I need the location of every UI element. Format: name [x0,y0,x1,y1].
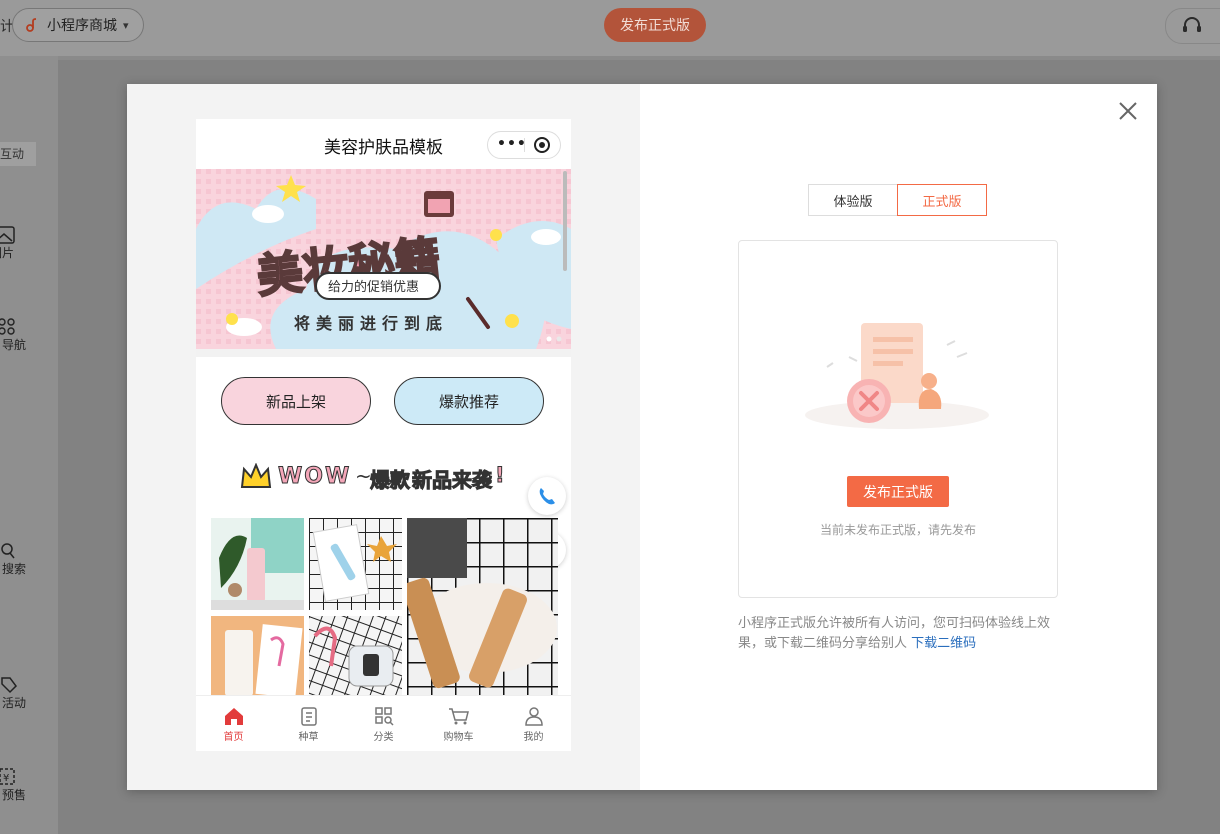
sidebar-item-label: 预售 [2,788,27,802]
tab-label: 分类 [373,732,394,743]
more-icon[interactable]: ••• [497,136,527,152]
segment-trial-version[interactable]: 体验版 [808,184,898,216]
support-headset-button[interactable] [1165,8,1220,44]
capsule-divider [524,138,525,152]
publish-release-button[interactable]: 发布正式版 [847,476,949,507]
app-switcher-label: 小程序商城 [47,18,117,34]
category-icon [374,707,394,726]
sidebar-item-label: 活动 [2,696,27,710]
release-status-card: 发布正式版 当前未发布正式版，请先发布 [738,240,1058,598]
release-note-text: 小程序正式版允许被所有人访问，您可扫码体验线上效果，或下载二维码分享给别人 [738,616,1051,651]
tab-category[interactable]: 分类 [346,696,421,751]
sidebar-item-presale[interactable]: ¥ 预售 [0,768,58,803]
not-published-illustration [805,323,989,429]
tab-label: 首页 [223,732,244,743]
tag-icon [1,677,17,694]
wow-promo-heading: WOW ~ 爆款 新品来袭 ! [240,459,530,495]
image-icon [0,226,15,244]
product-thumbnail[interactable] [211,616,304,696]
sidebar-item-label: 导航 [2,338,27,352]
publish-modal: 美容护肤品模板 ••• 美妆秘籍 给力的促销优惠 将美丽进行到底 新品上架 爆款… [127,84,1157,790]
app-logo-icon [26,18,37,32]
grid-icon [0,318,15,335]
phone-contact-button[interactable] [528,477,566,515]
wow-hot-text: 爆款 [370,468,411,493]
editor-sidebar: 互动 图片 导航 搜索 活动 ¥ 预售 [0,56,58,834]
miniprogram-navbar: 美容护肤品模板 ••• [196,119,571,169]
close-icon[interactable] [1117,100,1139,122]
search-icon [1,543,15,559]
wow-new-text: 新品来袭 [412,468,493,493]
user-icon [524,707,543,726]
home-icon [224,708,243,725]
sidebar-item-label: 图片 [0,246,15,260]
crown-icon [240,463,272,488]
sidebar-item-label: 搜索 [2,562,27,576]
wow-bang: ! [495,463,506,488]
tab-label: 种草 [298,732,319,743]
sidebar-item-search[interactable]: 搜索 [0,542,58,577]
product-thumbnail[interactable] [309,616,402,696]
svg-text:¥: ¥ [3,773,9,784]
tab-grass[interactable]: 种草 [271,696,346,751]
product-grid [211,518,558,696]
download-qrcode-link[interactable]: 下载二维码 [911,636,976,651]
banner-badge: 给力的促销优惠 [328,279,419,295]
promo-banner[interactable]: 美妆秘籍 给力的促销优惠 将美丽进行到底 [196,169,571,349]
preview-pane: 美容护肤品模板 ••• 美妆秘籍 给力的促销优惠 将美丽进行到底 新品上架 爆款… [127,84,640,790]
app-switcher-pill[interactable]: 小程序商城 ▾ [12,8,144,42]
miniprogram-capsule[interactable]: ••• [487,131,561,159]
product-thumbnail[interactable] [211,518,304,610]
headset-icon [1183,17,1201,32]
tab-home[interactable]: 首页 [196,696,271,751]
preview-scrollbar[interactable] [563,171,567,271]
wow-text: WOW [277,464,352,490]
close-miniprogram-icon[interactable] [534,137,550,153]
chevron-down-icon: ▾ [123,18,129,32]
miniprogram-tabbar: 首页 种草 分类 购物车 我的 [196,695,571,751]
hot-picks-button[interactable]: 爆款推荐 [394,377,544,425]
tab-label: 我的 [523,732,544,743]
version-segmented-control: 体验版 正式版 [808,184,988,216]
new-arrivals-button[interactable]: 新品上架 [221,377,371,425]
section-gap [196,349,571,357]
not-published-hint: 当前未发布正式版，请先发布 [819,523,976,537]
tab-mine[interactable]: 我的 [496,696,571,751]
cart-icon [448,708,469,725]
segment-release-version[interactable]: 正式版 [897,184,987,216]
topbar-publish-button[interactable]: 发布正式版 [604,8,706,42]
tab-cart[interactable]: 购物车 [421,696,496,751]
sidebar-tag-interaction[interactable]: 互动 [0,142,36,166]
release-note: 小程序正式版允许被所有人访问，您可扫码体验线上效果，或下载二维码分享给别人 下载… [738,614,1068,654]
sidebar-item-activity[interactable]: 活动 [0,676,58,711]
phone-preview: 美容护肤品模板 ••• 美妆秘籍 给力的促销优惠 将美丽进行到底 新品上架 爆款… [196,119,571,751]
editor-topbar: 计 小程序商城 ▾ 发布正式版 [0,0,1220,56]
banner-slogan: 将美丽进行到底 [294,314,448,333]
sidebar-item-nav[interactable]: 导航 [0,318,58,353]
tab-label: 购物车 [443,732,474,743]
product-thumbnail[interactable] [309,518,402,610]
clipboard-icon [300,707,317,726]
phone-icon [539,488,555,505]
sidebar-item-image[interactable]: 图片 [0,226,58,261]
banner-illustration: 美妆秘籍 给力的促销优惠 将美丽进行到底 [196,169,571,349]
product-thumbnail[interactable] [407,518,558,696]
presale-icon: ¥ [0,768,15,785]
